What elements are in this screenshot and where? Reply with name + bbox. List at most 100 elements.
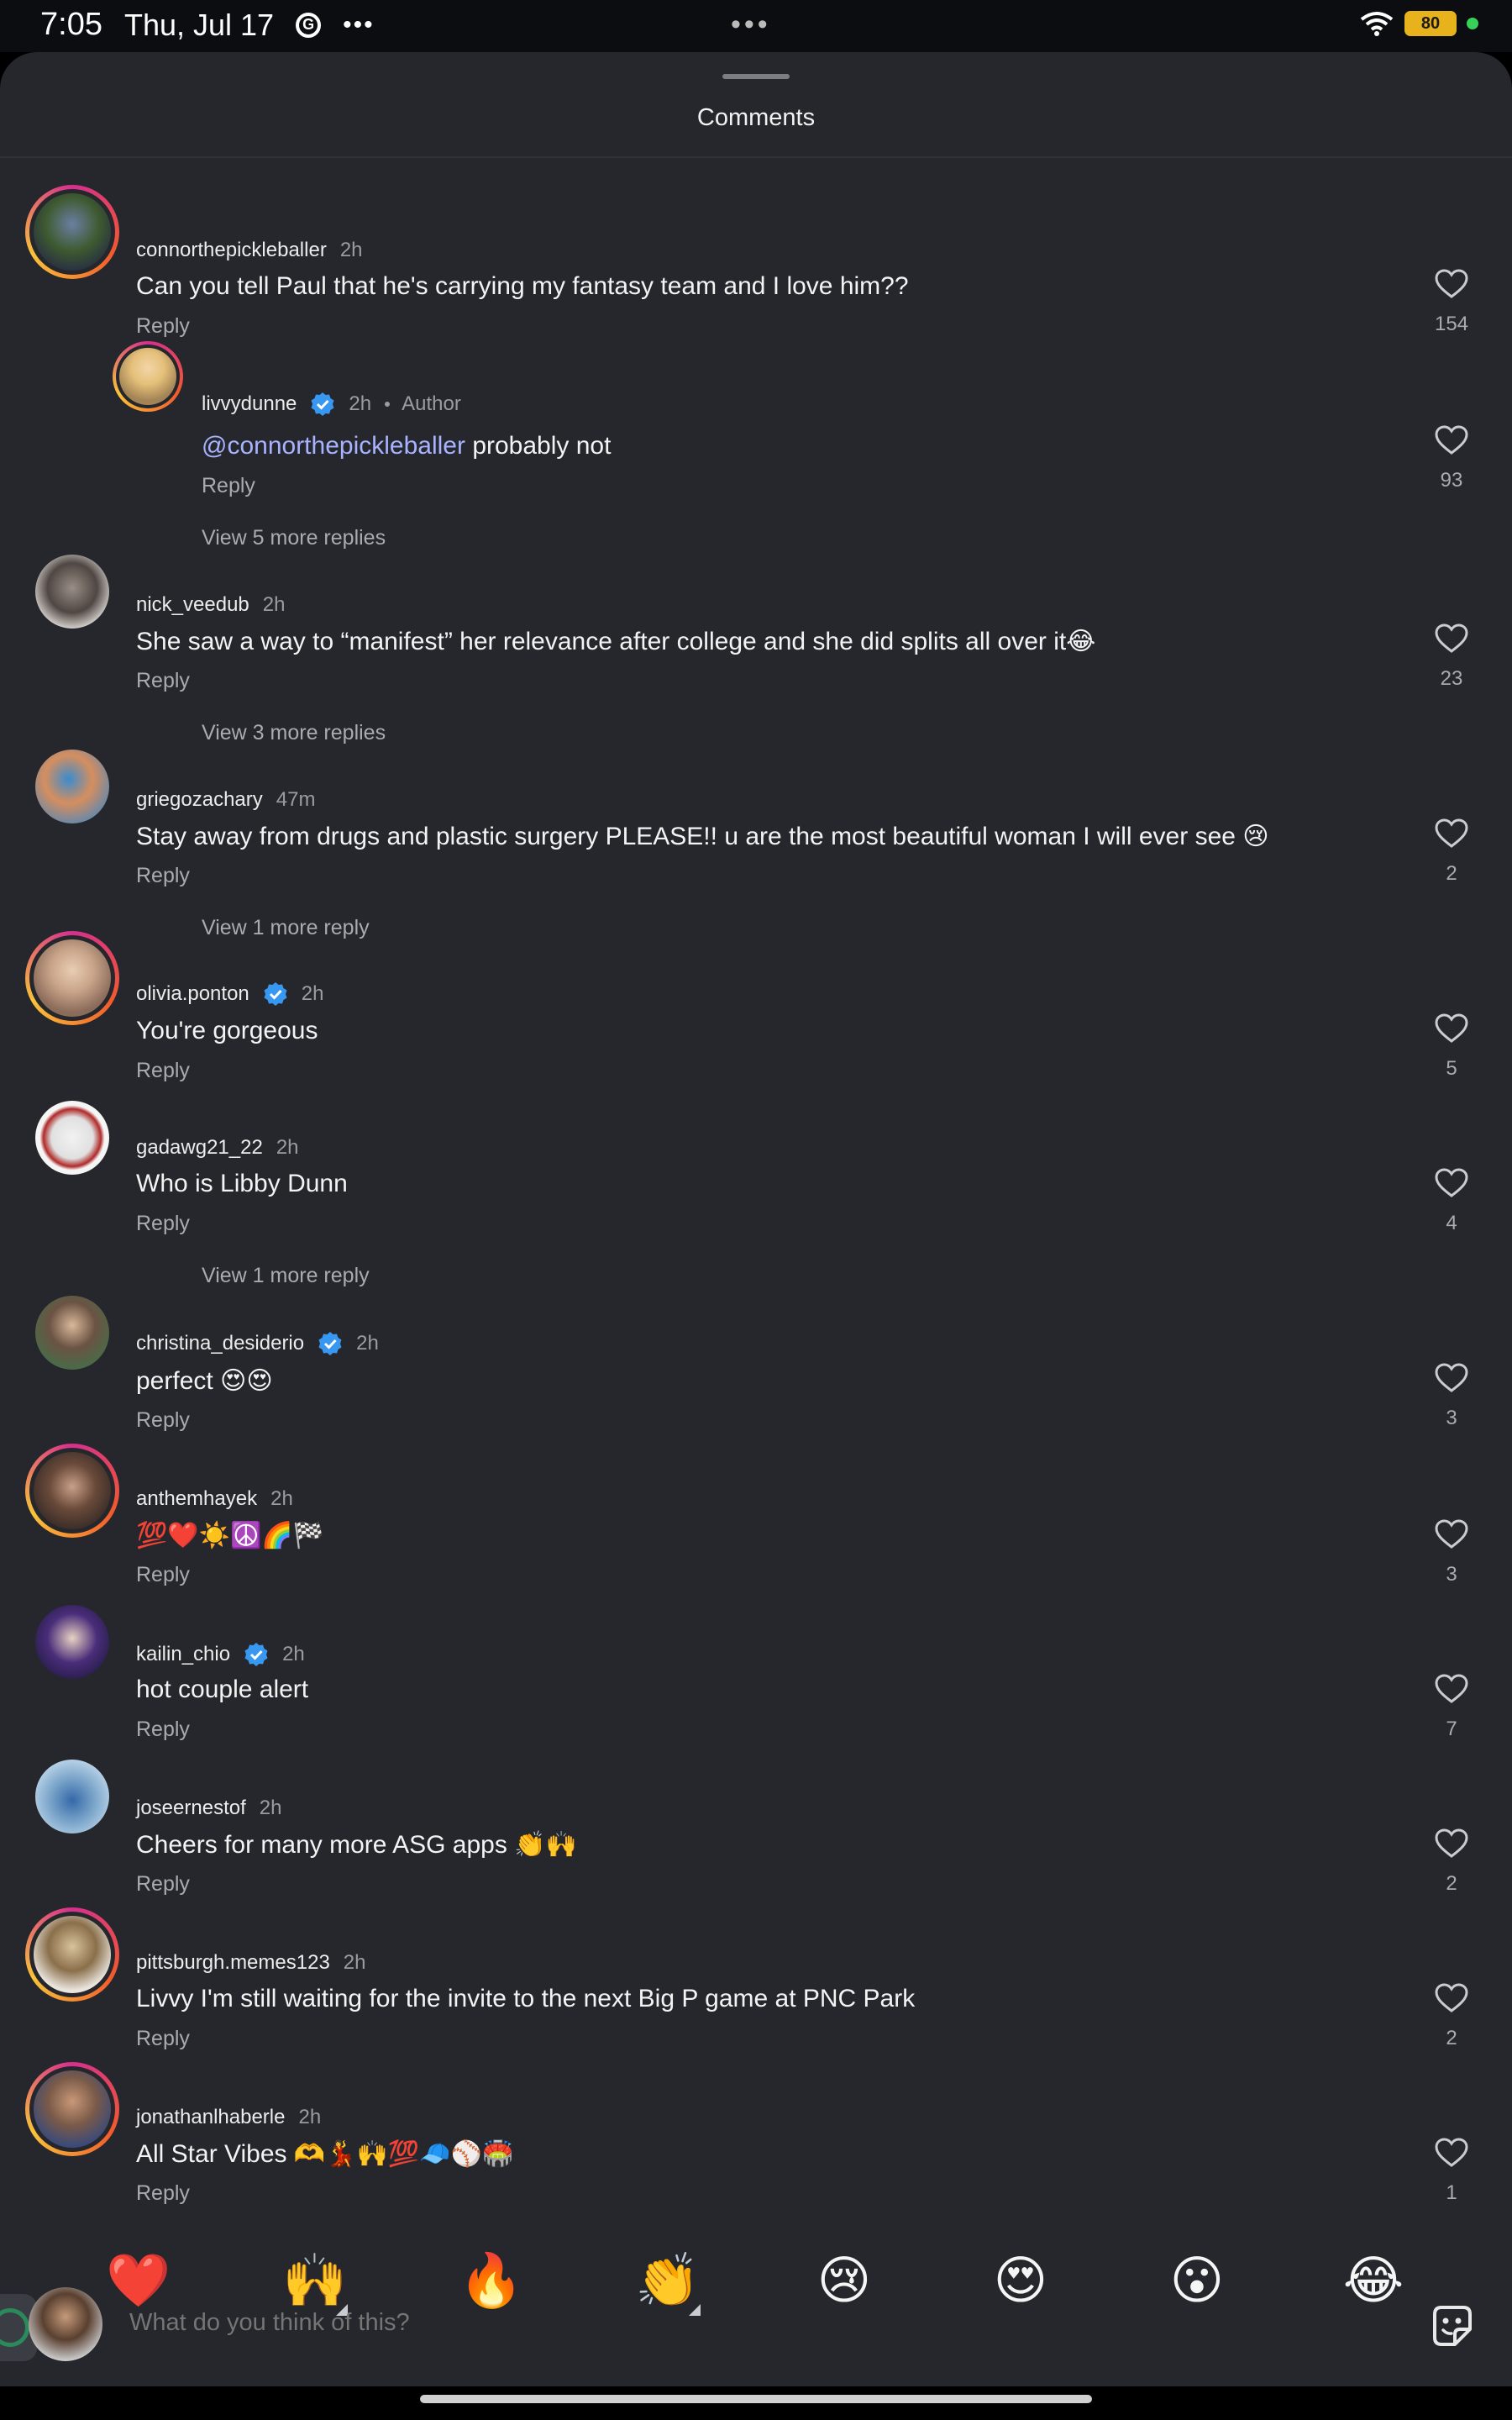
status-date: Thu, Jul 17 (123, 7, 275, 42)
avatar[interactable] (35, 1605, 109, 1679)
like-count: 2 (1446, 2027, 1457, 2049)
username[interactable]: livvydunne (202, 392, 297, 416)
heart-outline-icon (1435, 1519, 1468, 1549)
status-left: 7:05 Thu, Jul 17 G ••• (40, 7, 375, 43)
avatar[interactable] (34, 939, 111, 1017)
comment-text: 💯❤️☀️☮️🌈🏁 (136, 1522, 325, 1549)
comment-header: connorthepickleballer 2h (136, 239, 363, 262)
reply-button[interactable]: Reply (136, 1408, 190, 1433)
username[interactable]: kailin_chio (136, 1643, 230, 1666)
timestamp: 47m (276, 788, 316, 811)
status-time: 7:05 (40, 7, 102, 42)
username[interactable]: jonathanlhaberle (136, 2106, 285, 2129)
username[interactable]: joseernestof (136, 1797, 246, 1820)
view-more-replies[interactable]: View 1 more reply (202, 916, 370, 940)
mention-link[interactable]: @connorthepickleballer (202, 432, 465, 460)
like-button[interactable] (1433, 623, 1470, 654)
avatar[interactable] (34, 2070, 111, 2148)
comment-text: perfect 😍😍 (136, 1367, 273, 1395)
author-badge: Author (402, 392, 461, 415)
status-right: 80 (1359, 10, 1478, 37)
reply-button[interactable]: Reply (136, 2181, 190, 2206)
reply-button[interactable]: Reply (136, 1212, 190, 1236)
heart-outline-icon (1435, 269, 1468, 298)
like-button[interactable] (1433, 1519, 1470, 1549)
multitask-dots-icon[interactable]: ••• (731, 8, 771, 41)
reply-button[interactable]: Reply (136, 314, 190, 339)
avatar[interactable] (35, 1101, 109, 1175)
like-count: 2 (1446, 1872, 1457, 1895)
username[interactable]: gadawg21_22 (136, 1136, 263, 1160)
like-button[interactable] (1433, 1674, 1470, 1704)
comment-header: gadawg21_22 2h (136, 1136, 299, 1160)
comment-text: Can you tell Paul that he's carrying my … (136, 272, 909, 300)
reply-button[interactable]: Reply (202, 474, 255, 498)
username[interactable]: griegozachary (136, 788, 263, 812)
avatar[interactable] (35, 555, 109, 629)
comment-input[interactable] (129, 2309, 1389, 2337)
reply-button[interactable]: Reply (136, 2027, 190, 2051)
comment-text: She saw a way to “manifest” her relevanc… (136, 628, 1096, 655)
view-more-replies[interactable]: View 1 more reply (202, 1264, 370, 1288)
sticker-icon[interactable] (1428, 2302, 1477, 2351)
like-button[interactable] (1433, 1168, 1470, 1198)
like-button[interactable] (1433, 269, 1470, 299)
like-count: 3 (1446, 1407, 1457, 1429)
like-button[interactable] (1433, 425, 1470, 455)
comment-composer (0, 2284, 1512, 2365)
avatar[interactable] (119, 348, 176, 405)
view-more-replies[interactable]: View 3 more replies (202, 721, 386, 745)
avatar[interactable] (35, 1760, 109, 1833)
like-button[interactable] (1433, 1828, 1470, 1859)
comment-text: Cheers for many more ASG apps 👏🙌 (136, 1831, 577, 1859)
comment-header: olivia.ponton 2h (136, 981, 323, 1007)
system-nav-area (0, 2386, 1512, 2420)
timestamp: 2h (262, 593, 286, 616)
avatar[interactable] (34, 1916, 111, 1993)
like-count: 154 (1434, 313, 1469, 335)
avatar[interactable] (34, 193, 111, 271)
username[interactable]: nick_veedub (136, 593, 249, 617)
comment-header: kailin_chio 2h (136, 1642, 305, 1667)
like-count: 93 (1440, 469, 1463, 492)
heart-outline-icon (1435, 1363, 1468, 1392)
drag-handle[interactable] (722, 74, 790, 79)
reply-button[interactable]: Reply (136, 864, 190, 888)
username[interactable]: christina_desiderio (136, 1332, 304, 1355)
like-button[interactable] (1433, 1983, 1470, 2013)
view-more-replies[interactable]: View 5 more replies (202, 526, 386, 550)
grammarly-ring (0, 2308, 29, 2347)
comments-sheet: Comments connorthepickleballer 2h Can yo… (0, 52, 1512, 2388)
like-count: 1 (1446, 2181, 1457, 2204)
like-button[interactable] (1433, 1363, 1470, 1393)
grammarly-status-icon: G (296, 12, 322, 38)
like-button[interactable] (1433, 1013, 1470, 1044)
timestamp: 2h (298, 2106, 322, 2128)
username[interactable]: pittsburgh.memes123 (136, 1951, 330, 1975)
comment-header: anthemhayek 2h (136, 1487, 293, 1511)
username[interactable]: connorthepickleballer (136, 239, 327, 262)
comment-header: nick_veedub 2h (136, 593, 285, 617)
avatar[interactable] (34, 1452, 111, 1529)
like-count: 23 (1440, 667, 1463, 690)
privacy-indicator-icon (1467, 18, 1478, 29)
comment-text: Stay away from drugs and plastic surgery… (136, 823, 1269, 850)
comment-text: All Star Vibes 🫶💃🙌💯🧢⚾🏟️ (136, 2140, 514, 2168)
avatar[interactable] (35, 750, 109, 823)
reply-button[interactable]: Reply (136, 669, 190, 693)
reply-button[interactable]: Reply (136, 1059, 190, 1083)
heart-outline-icon (1435, 1983, 1468, 2012)
home-indicator[interactable] (420, 2395, 1092, 2403)
like-button[interactable] (1433, 818, 1470, 849)
reply-button[interactable]: Reply (136, 1718, 190, 1742)
username[interactable]: olivia.ponton (136, 982, 249, 1006)
comment-body: probably not (472, 432, 612, 460)
timestamp: 2h (282, 1643, 305, 1665)
avatar[interactable] (35, 1296, 109, 1370)
comment-text: You're gorgeous (136, 1017, 318, 1044)
like-count: 7 (1446, 1718, 1457, 1740)
username[interactable]: anthemhayek (136, 1487, 257, 1511)
like-button[interactable] (1433, 2138, 1470, 2168)
reply-button[interactable]: Reply (136, 1872, 190, 1897)
reply-button[interactable]: Reply (136, 1563, 190, 1587)
